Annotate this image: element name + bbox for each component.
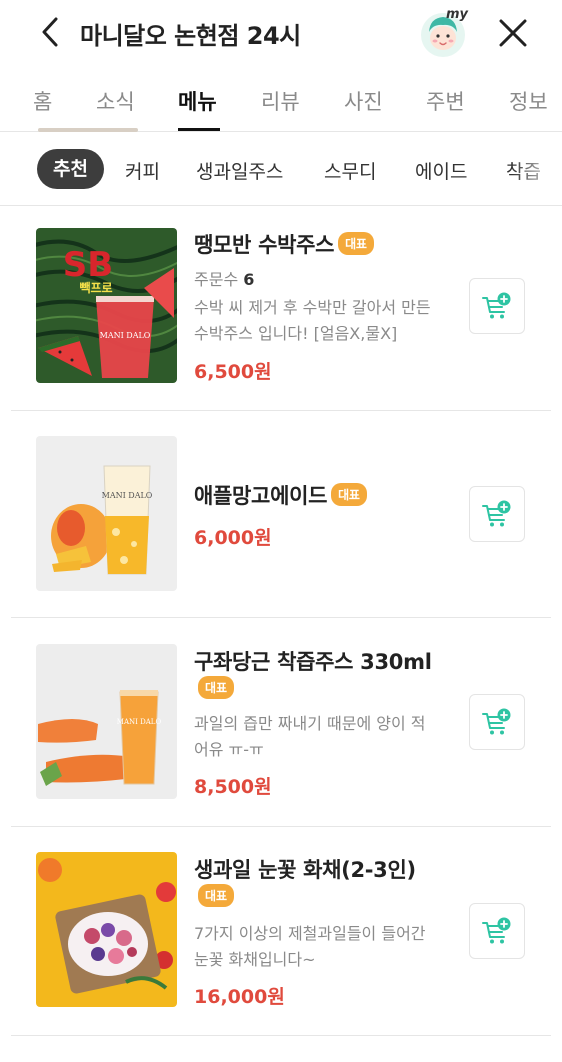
signature-badge: 대표 xyxy=(198,884,235,907)
add-to-cart-button[interactable] xyxy=(469,903,525,959)
image-big-label: SB xyxy=(63,245,113,285)
menu-item-price: 6,500원 xyxy=(194,361,272,383)
tab-menu[interactable]: 메뉴 xyxy=(178,86,217,116)
badge-wrap: 대표 xyxy=(198,676,235,700)
tab-photos[interactable]: 사진 xyxy=(344,86,383,116)
my-label: my xyxy=(446,8,469,22)
menu-item[interactable]: 생과일 눈꽃 화채(2-3인) 대표 7가지 이상의 제철과일들이 들어간 눈꽃… xyxy=(0,827,562,1036)
menu-item[interactable]: MANI DALO 구좌당근 착즙주스 330ml 대표 과일의 즙만 짜내기 … xyxy=(0,618,562,827)
category-fresh-juice[interactable]: 생과일주스 xyxy=(196,157,283,184)
menu-item-price: 8,500원 xyxy=(194,776,272,798)
cup-logo: MANI DALO xyxy=(102,491,153,500)
menu-item-price: 6,000원 xyxy=(194,527,272,549)
order-count-value: 6 xyxy=(243,270,255,289)
add-to-cart-button[interactable] xyxy=(469,694,525,750)
add-to-cart-button[interactable] xyxy=(469,486,525,542)
add-to-cart-button[interactable] xyxy=(469,278,525,334)
cart-plus-icon xyxy=(482,917,511,944)
item-divider xyxy=(11,1035,551,1036)
avatar: my xyxy=(421,7,469,57)
store-tabs: 홈 소식 메뉴 리뷰 사진 주변 정보 xyxy=(0,66,562,132)
cart-plus-icon xyxy=(482,292,511,319)
menu-item-image: SB 빽프로 MANI DALO xyxy=(36,228,177,383)
category-recommended[interactable]: 추천 xyxy=(37,149,104,189)
my-page-button[interactable]: my xyxy=(420,7,470,58)
tab-nearby[interactable]: 주변 xyxy=(426,86,465,116)
tab-news[interactable]: 소식 xyxy=(96,86,135,116)
menu-item-name: 구좌당근 착즙주스 330ml xyxy=(194,650,432,674)
item-name-text: 땡모반 수박주스 xyxy=(194,233,335,257)
tab-reviews[interactable]: 리뷰 xyxy=(261,86,300,116)
cup-logo: MANI DALO xyxy=(117,718,162,726)
menu-item-description: 수박 씨 제거 후 수박만 갈아서 만든 수박주스 입니다! [얼음X,물X] xyxy=(194,298,431,343)
category-filter: 추천 커피 생과일주스 스무디 에이드 착즙 xyxy=(0,132,562,206)
order-count-label: 주문수 xyxy=(194,270,239,289)
scroll-fade xyxy=(512,132,562,205)
order-count: 주문수 6 xyxy=(194,266,254,290)
cup-logo: MANI DALO xyxy=(100,331,151,340)
menu-item-image: MANI DALO xyxy=(36,436,177,591)
top-bar: 마니달오 논현점 24시 my xyxy=(0,0,562,66)
store-title: 마니달오 논현점 24시 xyxy=(80,22,301,50)
category-coffee[interactable]: 커피 xyxy=(125,157,160,184)
menu-item-price: 16,000원 xyxy=(194,986,285,1008)
close-icon xyxy=(499,19,527,47)
image-small-label: 빽프로 xyxy=(79,280,112,295)
menu-item-description: 과일의 즙만 짜내기 때문에 양이 적어유 ㅠ-ㅠ xyxy=(194,714,426,759)
tab-home[interactable]: 홈 xyxy=(33,86,52,116)
menu-item-image xyxy=(36,852,177,1007)
category-smoothie[interactable]: 스무디 xyxy=(324,157,376,184)
signature-badge: 대표 xyxy=(338,232,374,255)
signature-badge: 대표 xyxy=(198,676,235,699)
badge-wrap: 대표 xyxy=(198,884,235,908)
back-button[interactable] xyxy=(36,14,66,50)
menu-item-name: 생과일 눈꽃 화채(2-3인) xyxy=(194,858,416,882)
close-button[interactable] xyxy=(497,17,529,49)
category-ade[interactable]: 에이드 xyxy=(415,157,467,184)
menu-item-description: 7가지 이상의 제철과일들이 들어간 눈꽃 화채입니다~ xyxy=(194,924,426,969)
menu-item-image: MANI DALO xyxy=(36,644,177,799)
menu-item-name: 애플망고에이드 대표 xyxy=(194,480,367,510)
item-name-text: 애플망고에이드 xyxy=(194,484,328,508)
chevron-left-icon xyxy=(42,17,58,47)
menu-item-name: 땡모반 수박주스 대표 xyxy=(194,229,374,259)
tab-info[interactable]: 정보 xyxy=(509,86,548,116)
cart-plus-icon xyxy=(482,500,511,527)
active-tab-indicator xyxy=(178,128,220,131)
menu-item[interactable]: SB 빽프로 MANI DALO 땡모반 수박주스 대표 주문수 6 수박 씨 제… xyxy=(0,207,562,411)
cart-plus-icon xyxy=(482,708,511,735)
menu-item[interactable]: MANI DALO 애플망고에이드 대표 6,000원 xyxy=(0,411,562,618)
signature-badge: 대표 xyxy=(331,483,367,506)
